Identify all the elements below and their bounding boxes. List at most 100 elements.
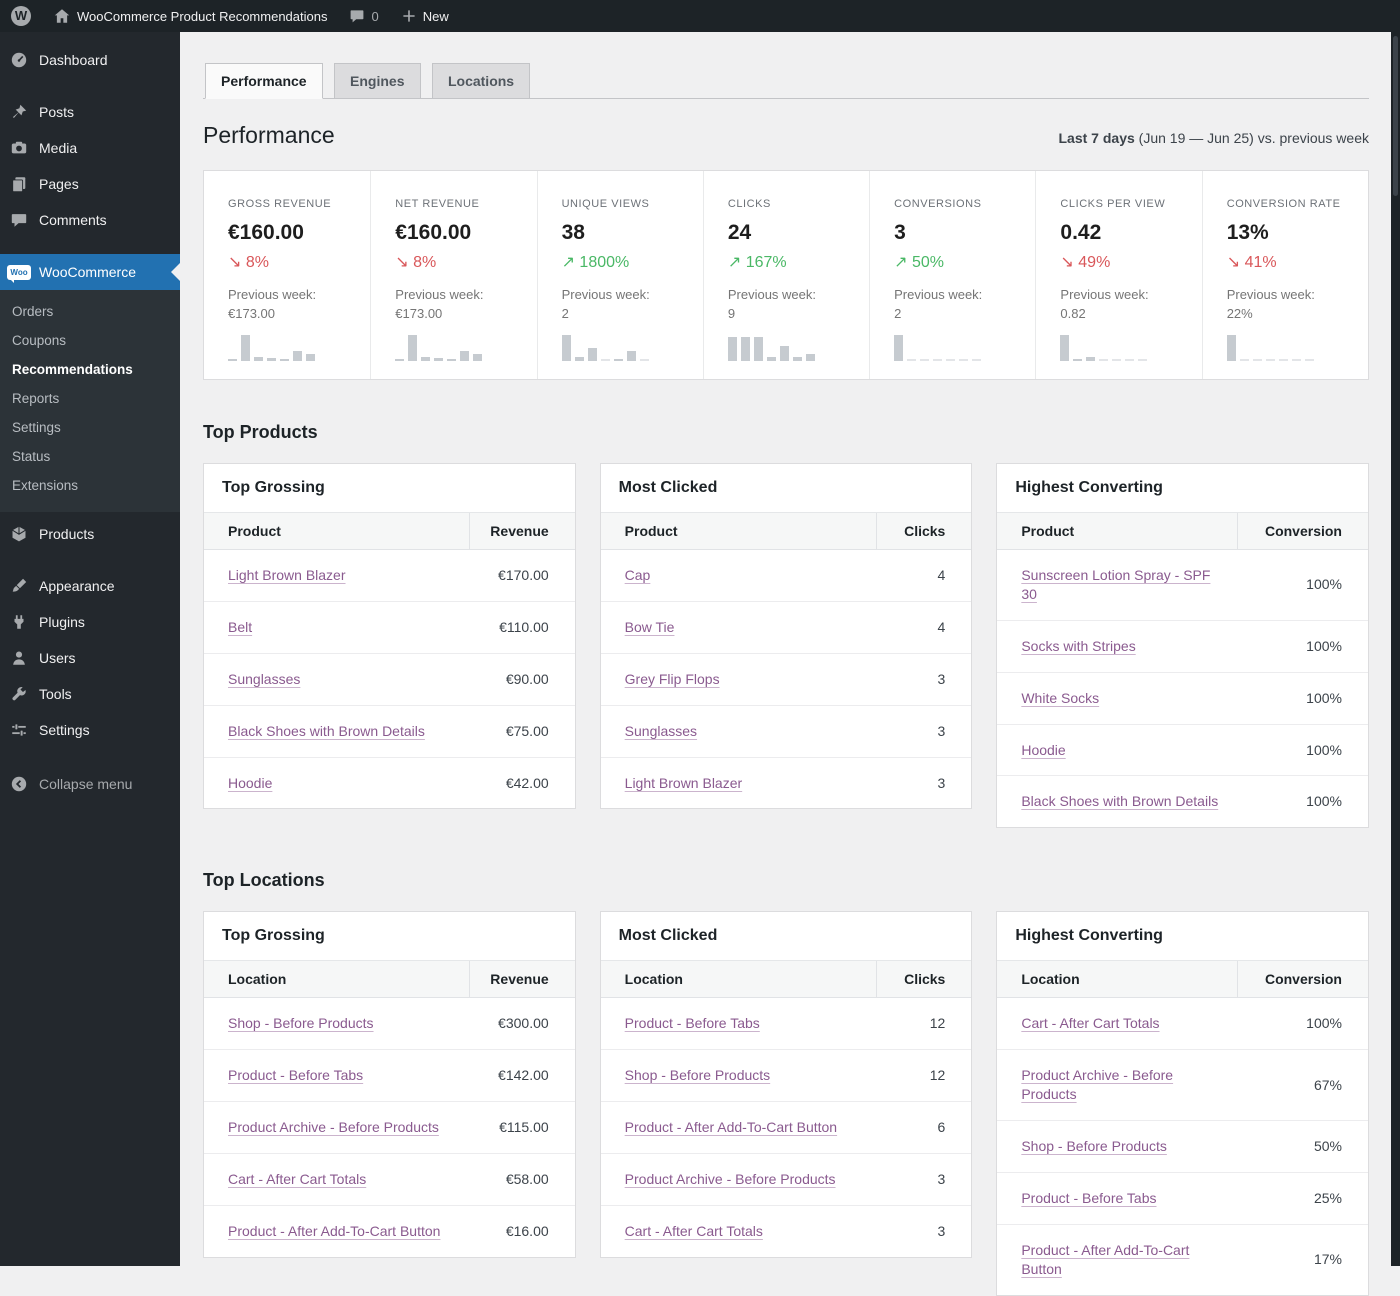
kpi-previous: Previous week: 22% <box>1226 287 1315 321</box>
product-link[interactable]: Black Shoes with Brown Details <box>228 723 425 739</box>
location-link[interactable]: Product - After Add-To-Cart Button <box>625 1119 837 1135</box>
product-link[interactable]: Sunglasses <box>625 723 697 739</box>
location-link[interactable]: Product Archive - Before Products <box>1021 1067 1173 1102</box>
sidebar-item-media[interactable]: Media <box>0 130 180 166</box>
product-link[interactable]: Hoodie <box>228 775 272 791</box>
row-value: 4 <box>876 549 972 602</box>
kpi-label: CONVERSIONS <box>894 198 982 210</box>
submenu-item-orders[interactable]: Orders <box>0 297 180 326</box>
wordpress-logo-menu[interactable]: W <box>0 0 42 32</box>
sidebar-separator <box>0 78 180 94</box>
column-header-conversion: Conversion <box>1237 512 1368 550</box>
card-title: Highest Converting <box>1015 927 1163 945</box>
product-link[interactable]: Sunscreen Lotion Spray - SPF 30 <box>1021 567 1210 602</box>
top-locations-cards: Top Grossing Location Revenue Shop - Bef… <box>203 911 1369 1296</box>
row-value: 12 <box>876 1049 972 1103</box>
kpi-net-revenue: NET REVENUE €160.00 ↘ 8% Previous week: €… <box>370 171 536 379</box>
wordpress-logo-icon: W <box>11 6 31 26</box>
product-link[interactable]: Light Brown Blazer <box>228 567 346 583</box>
product-link[interactable]: Grey Flip Flops <box>625 671 720 687</box>
product-link[interactable]: Cap <box>625 567 651 583</box>
location-link[interactable]: Shop - Before Products <box>625 1067 771 1083</box>
scrollbar-thumb[interactable] <box>1393 36 1398 196</box>
highest-converting-locations-card: Highest Converting Location Conversion C… <box>996 911 1369 1296</box>
tab-performance[interactable]: Performance <box>205 63 323 99</box>
sidebar-item-woocommerce[interactable]: Woo WooCommerce <box>0 254 180 290</box>
location-link[interactable]: Shop - Before Products <box>1021 1138 1167 1154</box>
sidebar-item-dashboard[interactable]: Dashboard <box>0 42 180 78</box>
kpi-label: CONVERSION RATE <box>1226 198 1341 210</box>
sidebar-item-label: Plugins <box>39 614 85 630</box>
location-link[interactable]: Product - Before Tabs <box>1021 1190 1156 1206</box>
sidebar-item-settings[interactable]: Settings <box>0 712 180 748</box>
submenu-item-reports[interactable]: Reports <box>0 384 180 413</box>
trend-value: 167% <box>745 254 787 271</box>
site-name-link[interactable]: WooCommerce Product Recommendations <box>42 0 338 32</box>
trend-down-icon: ↘ <box>395 254 409 271</box>
location-link[interactable]: Product - After Add-To-Cart Button <box>228 1223 440 1239</box>
row-value: 50% <box>1237 1120 1368 1173</box>
row-value: 6 <box>876 1101 972 1155</box>
comments-indicator[interactable]: 0 <box>338 0 389 32</box>
kpi-sparkline <box>1060 334 1185 361</box>
location-link[interactable]: Product Archive - Before Products <box>228 1119 439 1135</box>
trend-up-icon: ↗ <box>727 254 742 271</box>
column-header-clicks: Clicks <box>875 960 972 999</box>
trend-down-icon: ↘ <box>1226 254 1241 271</box>
kpi-label: CLICKS PER VIEW <box>1060 198 1166 210</box>
table-row: Shop - Before Products 12 <box>600 1049 972 1103</box>
table-row: Light Brown Blazer 3 <box>601 757 972 808</box>
product-link[interactable]: Hoodie <box>1021 742 1065 758</box>
product-link[interactable]: Belt <box>228 619 252 635</box>
kpi-previous: Previous week: 2 <box>561 287 650 321</box>
product-link[interactable]: White Socks <box>1021 690 1099 706</box>
collapse-menu-button[interactable]: Collapse menu <box>0 766 180 802</box>
location-link[interactable]: Cart - After Cart Totals <box>1021 1015 1159 1031</box>
submenu-item-extensions[interactable]: Extensions <box>0 471 180 500</box>
product-link[interactable]: Light Brown Blazer <box>625 775 743 791</box>
kpi-sparkline <box>561 334 687 361</box>
sidebar-item-posts[interactable]: Posts <box>0 94 180 130</box>
location-link[interactable]: Cart - After Cart Totals <box>228 1171 366 1187</box>
sidebar-item-appearance[interactable]: Appearance <box>0 568 180 604</box>
location-link[interactable]: Product - Before Tabs <box>228 1067 363 1083</box>
kpi-previous: Previous week: 0.82 <box>1060 287 1149 321</box>
table-row: Product - Before Tabs 25% <box>997 1172 1368 1225</box>
new-content-menu[interactable]: New <box>390 0 460 32</box>
tab-engines[interactable]: Engines <box>334 63 421 99</box>
location-link[interactable]: Product - Before Tabs <box>625 1015 760 1031</box>
sidebar-item-label: Comments <box>39 212 107 228</box>
product-link[interactable]: Socks with Stripes <box>1021 638 1135 654</box>
table-row: Product - After Add-To-Cart Button 6 <box>600 1101 972 1155</box>
woocommerce-submenu: Orders Coupons Recommendations Reports S… <box>0 290 180 512</box>
sidebar-item-tools[interactable]: Tools <box>0 676 180 712</box>
sidebar-item-plugins[interactable]: Plugins <box>0 604 180 640</box>
location-link[interactable]: Product Archive - Before Products <box>625 1171 836 1187</box>
sidebar-separator <box>0 238 180 254</box>
sidebar-item-comments[interactable]: Comments <box>0 202 180 238</box>
product-link[interactable]: Bow Tie <box>625 619 675 635</box>
comment-bubble-icon <box>9 210 29 230</box>
submenu-item-settings[interactable]: Settings <box>0 413 180 442</box>
sidebar-item-pages[interactable]: Pages <box>0 166 180 202</box>
submenu-item-coupons[interactable]: Coupons <box>0 326 180 355</box>
sidebar-item-products[interactable]: Products <box>0 516 180 552</box>
sidebar-item-users[interactable]: Users <box>0 640 180 676</box>
tab-locations[interactable]: Locations <box>431 63 531 99</box>
table-row: Cart - After Cart Totals 3 <box>601 1205 972 1256</box>
admin-bar: W WooCommerce Product Recommendations 0 … <box>0 0 1400 32</box>
submenu-item-status[interactable]: Status <box>0 442 180 471</box>
kpi-trend: ↗ 1800% <box>562 252 687 272</box>
most-clicked-locations-card: Most Clicked Location Clicks Product - B… <box>599 911 973 1258</box>
location-link[interactable]: Product - After Add-To-Cart Button <box>1021 1242 1189 1277</box>
product-link[interactable]: Black Shoes with Brown Details <box>1021 793 1218 809</box>
product-link[interactable]: Sunglasses <box>228 671 300 687</box>
location-link[interactable]: Cart - After Cart Totals <box>625 1223 763 1239</box>
column-header-revenue: Revenue <box>469 512 575 550</box>
location-link[interactable]: Shop - Before Products <box>228 1015 374 1031</box>
table-row: Sunscreen Lotion Spray - SPF 30 100% <box>997 549 1368 621</box>
trend-down-icon: ↘ <box>1060 254 1074 271</box>
page-scrollbar[interactable] <box>1391 32 1400 1266</box>
plus-icon <box>403 10 415 22</box>
submenu-item-recommendations[interactable]: Recommendations <box>0 355 180 384</box>
